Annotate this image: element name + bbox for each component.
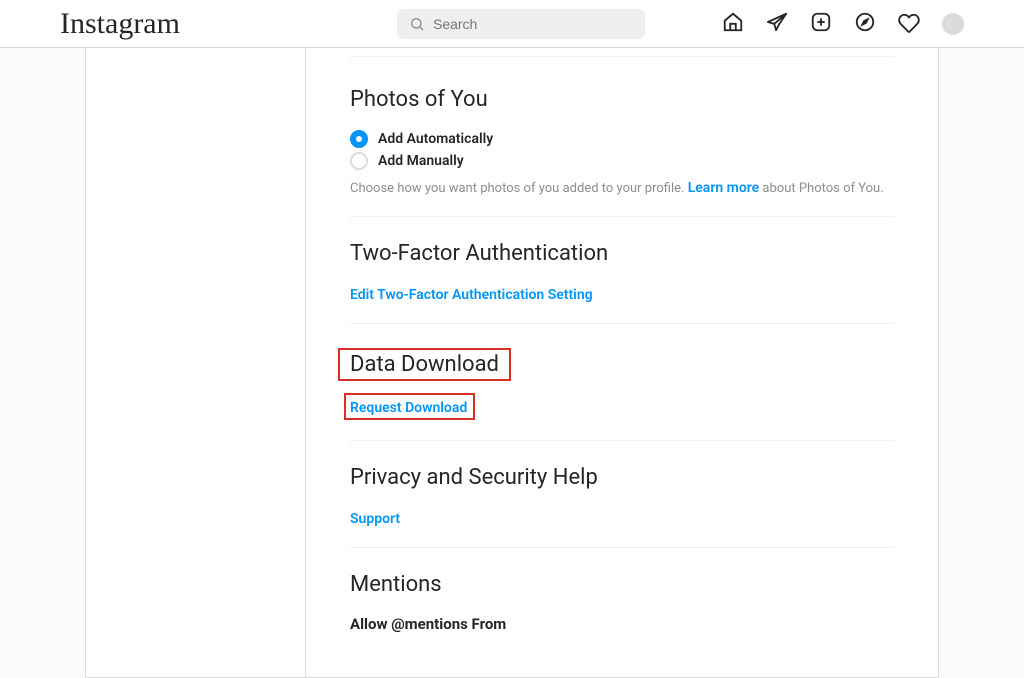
highlight-link: Request Download: [344, 393, 475, 420]
settings-sidebar: [86, 48, 306, 677]
section-title: Privacy and Security Help: [350, 465, 894, 490]
photos-radio-group: Add Automatically Add Manually: [350, 130, 894, 170]
radio-label: Add Automatically: [378, 131, 493, 147]
section-photos-of-you: Photos of You Add Automatically Add Manu…: [350, 57, 894, 216]
section-privacy-help: Privacy and Security Help Support: [350, 440, 894, 547]
help-prefix: Choose how you want photos of you added …: [350, 181, 688, 196]
highlight-title: Data Download: [338, 348, 511, 381]
avatar[interactable]: [942, 13, 964, 35]
edit-two-factor-link[interactable]: Edit Two-Factor Authentication Setting: [350, 287, 593, 303]
explore-icon[interactable]: [854, 11, 876, 37]
help-text: Choose how you want photos of you added …: [350, 180, 894, 196]
section-two-factor: Two-Factor Authentication Edit Two-Facto…: [350, 216, 894, 323]
search-wrap: [397, 9, 645, 39]
home-icon[interactable]: [722, 11, 744, 37]
new-post-icon[interactable]: [810, 11, 832, 37]
settings-container: Photos of You Add Automatically Add Manu…: [85, 48, 939, 678]
activity-icon[interactable]: [898, 11, 920, 37]
messages-icon[interactable]: [766, 11, 788, 37]
section-title: Mentions: [350, 572, 894, 597]
search-icon: [409, 16, 425, 36]
help-suffix: about Photos of You.: [759, 181, 883, 196]
radio-add-automatically[interactable]: Add Automatically: [350, 130, 894, 148]
radio-label: Add Manually: [378, 153, 464, 169]
learn-more-link[interactable]: Learn more: [688, 180, 759, 196]
section-title: Photos of You: [350, 87, 894, 112]
search-input[interactable]: [397, 9, 645, 39]
nav-icons: [722, 11, 964, 37]
section-title: Two-Factor Authentication: [350, 241, 894, 266]
support-link[interactable]: Support: [350, 511, 400, 527]
request-download-link[interactable]: Request Download: [350, 400, 467, 416]
allow-mentions-label: Allow @mentions From: [350, 615, 894, 633]
section-mentions: Mentions Allow @mentions From: [350, 547, 894, 653]
radio-icon: [350, 152, 368, 170]
app-header: Instagram: [0, 0, 1024, 48]
settings-main: Photos of You Add Automatically Add Manu…: [306, 48, 938, 677]
radio-icon: [350, 130, 368, 148]
page: Photos of You Add Automatically Add Manu…: [0, 48, 1024, 678]
instagram-logo[interactable]: Instagram: [60, 7, 180, 41]
section-data-download: Data Download Request Download: [350, 323, 894, 440]
section-title: Data Download: [350, 352, 499, 377]
radio-add-manually[interactable]: Add Manually: [350, 152, 894, 170]
